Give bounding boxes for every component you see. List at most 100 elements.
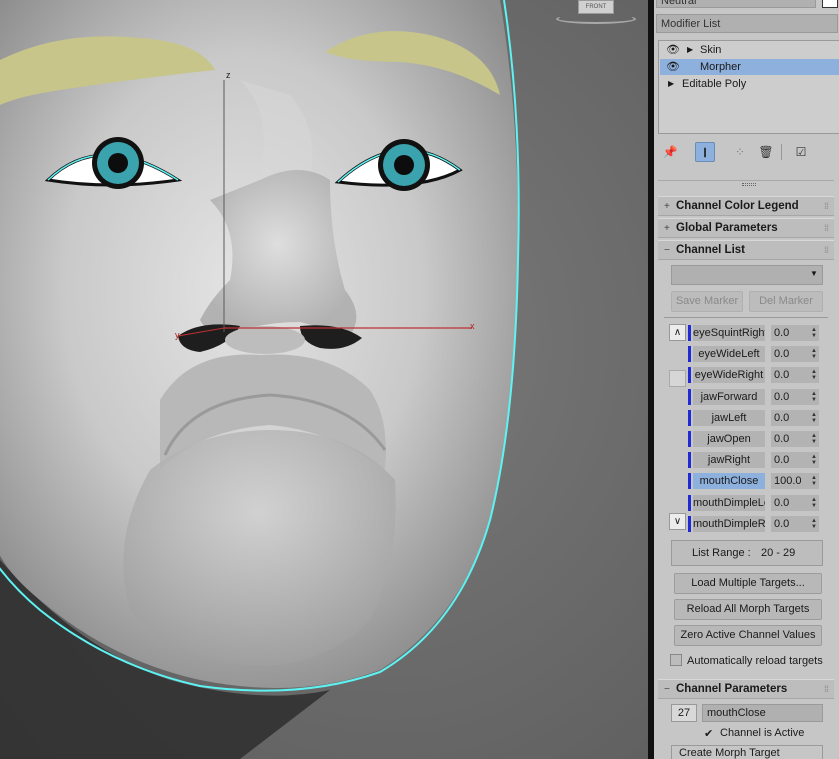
viewcube[interactable]: FRONT [556,0,636,26]
scroll-down-button[interactable]: ∨ [669,513,686,530]
spinner-arrows-icon[interactable]: ▲ ▼ [811,348,817,360]
checkmark-icon[interactable]: ✔ [704,727,713,740]
face-mesh-render [0,0,648,759]
command-panel: Neutral Modifier List 👁 ▶ Skin 👁 Morpher… [654,0,839,759]
channel-row[interactable]: eyeWideRight 0.0 ▲ ▼ [688,366,823,384]
channel-value[interactable]: 100.0 [774,475,802,487]
configure-sets-icon[interactable]: ☑ [791,142,811,162]
channel-row[interactable]: jawOpen 0.0 ▲ ▼ [688,430,823,448]
channel-name-button[interactable]: eyeSquintRight [693,325,765,341]
channel-value-spinner[interactable]: 0.0 ▲ ▼ [771,409,819,426]
channel-number-field[interactable]: 27 [671,704,697,722]
spinner-arrows-icon[interactable]: ▲ ▼ [811,412,817,424]
object-color-swatch[interactable] [822,0,838,8]
expand-icon[interactable]: ▶ [687,42,693,58]
rollout-title: Channel List [676,244,746,256]
channel-value-spinner[interactable]: 0.0 ▲ ▼ [771,494,819,511]
spinner-arrows-icon[interactable]: ▲ ▼ [811,518,817,530]
channel-name-button[interactable]: eyeWideRight [693,367,765,384]
marker-dropdown[interactable] [671,265,823,285]
channel-name-button[interactable]: jawLeft [693,409,765,426]
channel-name-button[interactable]: jawRight [693,452,765,469]
channel-value[interactable]: 0.0 [774,391,789,403]
spinner-arrows-icon[interactable]: ▲ ▼ [811,475,817,487]
eye-icon[interactable]: 👁 [666,59,680,75]
spinner-arrows-icon[interactable]: ▲ ▼ [811,391,817,403]
load-multiple-targets-button[interactable]: Load Multiple Targets... [674,573,822,594]
channel-value-spinner[interactable]: 0.0 ▲ ▼ [771,515,819,532]
rollout-channel-color-legend[interactable]: + Channel Color Legend ⁞⁞ [658,196,834,216]
scroll-thumb[interactable] [669,370,686,387]
eye-icon[interactable]: 👁 [666,42,680,58]
pin-stack-icon[interactable]: 📌 [660,142,680,162]
channel-name-field[interactable]: mouthClose [702,704,823,722]
viewport-front[interactable]: z x y FRONT [0,0,648,759]
channel-value[interactable]: 0.0 [774,369,789,381]
spinner-arrows-icon[interactable]: ▲ ▼ [811,454,817,466]
scroll-up-button[interactable]: ∧ [669,324,686,341]
resize-handle[interactable] [742,183,756,186]
channel-name-button[interactable]: eyeWideLeft [693,346,765,363]
rollout-global-parameters[interactable]: + Global Parameters ⁞⁞ [658,218,834,238]
channel-row[interactable]: eyeWideLeft 0.0 ▲ ▼ [688,345,823,363]
del-marker-button[interactable]: Del Marker [749,291,823,312]
channel-row[interactable]: eyeSquintRight 0.0 ▲ ▼ [688,324,823,342]
gizmo-z-label: z [226,70,231,80]
channel-row[interactable]: mouthDimpleLeft 0.0 ▲▼ [688,494,823,512]
spinner-arrows-icon[interactable]: ▲ ▼ [811,369,817,381]
channel-name-button[interactable]: jawOpen [693,431,765,447]
rollout-channel-parameters[interactable]: − Channel Parameters ⁞⁞ [658,679,834,699]
viewcube-compass-ring[interactable] [556,14,636,24]
rollout-collapse-sign: − [664,245,670,256]
channel-value-spinner[interactable]: 0.0 ▲ ▼ [771,367,819,384]
channel-value-spinner[interactable]: 0.0 ▲ ▼ [771,388,819,405]
channel-value[interactable]: 0.0 [774,433,789,445]
modifier-list-dropdown[interactable]: Modifier List [656,14,838,33]
channel-color-bar [688,431,691,447]
auto-reload-checkbox[interactable] [670,654,682,666]
channel-row[interactable]: mouthDimpleRight 0.0 ▲▼ [688,515,823,533]
stack-item-skin[interactable]: 👁 ▶ Skin [660,42,839,58]
zero-active-channel-values-button[interactable]: Zero Active Channel Values [674,625,822,646]
channel-value-spinner[interactable]: 0.0 ▲ ▼ [771,431,819,447]
channel-row[interactable]: jawLeft 0.0 ▲ ▼ [688,409,823,427]
spinner-arrows-icon[interactable]: ▲ ▼ [811,433,817,445]
channel-color-bar [688,515,691,532]
channel-name-button[interactable]: mouthClose [693,473,765,490]
stack-item-morpher[interactable]: 👁 Morpher [660,59,839,75]
channel-name-button[interactable]: mouthDimpleLeft [693,494,765,511]
rollout-title: Channel Color Legend [676,200,799,212]
channel-value[interactable]: 0.0 [774,327,789,339]
channel-value-spinner[interactable]: 0.0 ▲ ▼ [771,346,819,363]
channel-value[interactable]: 0.0 [774,454,789,466]
save-marker-button[interactable]: Save Marker [671,291,743,312]
expand-icon[interactable]: ▶ [668,76,674,92]
divider-line [658,180,834,181]
channel-value[interactable]: 0.0 [774,412,789,424]
spinner-arrows-icon[interactable]: ▲ ▼ [811,327,817,339]
channel-color-bar [688,325,691,341]
create-morph-target-group: Create Morph Target [671,745,823,759]
make-unique-icon[interactable]: ⁘ [730,142,750,162]
channel-name-button[interactable]: jawForward [693,388,765,405]
stack-item-label: Morpher [700,61,741,73]
spinner-arrows-icon[interactable]: ▲ ▼ [811,497,817,509]
channel-row[interactable]: jawRight 0.0 ▲ ▼ [688,451,823,469]
channel-name-button[interactable]: mouthDimpleRight [693,515,765,532]
reload-all-morph-targets-button[interactable]: Reload All Morph Targets [674,599,822,620]
channel-value[interactable]: 0.0 [774,518,789,530]
channel-row[interactable]: mouthClose 100.0 ▲ ▼ [688,472,823,490]
remove-modifier-icon[interactable]: 🗑 [756,142,776,162]
channel-value-spinner[interactable]: 0.0 ▲ ▼ [771,325,819,341]
show-end-result-icon[interactable]: Ⅰ [695,142,715,162]
channel-row[interactable]: jawForward 0.0 ▲ ▼ [688,388,823,406]
viewcube-front-face[interactable]: FRONT [578,0,614,14]
auto-reload-label: Automatically reload targets [687,655,823,667]
channel-value-spinner[interactable]: 100.0 ▲ ▼ [771,473,819,490]
object-name-field[interactable]: Neutral [656,0,816,8]
channel-value[interactable]: 0.0 [774,497,789,509]
rollout-channel-list[interactable]: − Channel List ⁞⁞ [658,240,834,260]
stack-item-editable-poly[interactable]: ▶ Editable Poly [660,76,839,92]
channel-value[interactable]: 0.0 [774,348,789,360]
channel-value-spinner[interactable]: 0.0 ▲ ▼ [771,452,819,469]
